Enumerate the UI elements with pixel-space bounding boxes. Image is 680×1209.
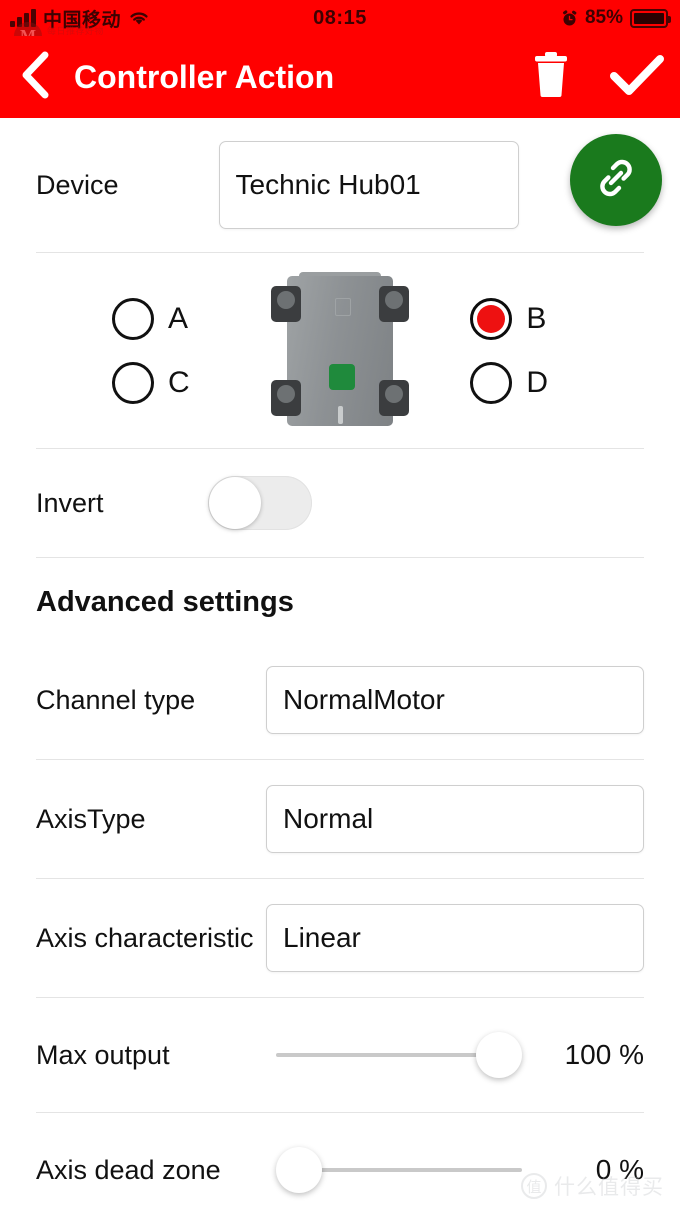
port-column-right: B D	[470, 297, 548, 404]
page-watermark: 值 什么值得买	[521, 1171, 664, 1201]
axis-characteristic-row: Axis characteristic Linear	[36, 879, 644, 997]
max-output-value: 100 %	[564, 1039, 644, 1070]
watermark-logo-icon: 值	[521, 1173, 547, 1199]
port-label-d: D	[526, 365, 548, 399]
status-bar: 中国移动 08:15 85% 每日推荐好物	[0, 0, 680, 50]
invert-toggle[interactable]	[207, 476, 312, 530]
trash-icon	[529, 50, 573, 105]
app-header: Controller Action	[0, 36, 680, 118]
device-input[interactable]: Technic Hub01	[218, 141, 519, 229]
port-selector: A C B D	[36, 253, 644, 448]
port-label-c: C	[168, 365, 190, 399]
port-label-a: A	[168, 301, 189, 335]
axis-type-input[interactable]: Normal	[266, 785, 644, 853]
connect-device-button[interactable]	[570, 134, 662, 226]
page-title: Controller Action	[74, 58, 335, 95]
watermark-line-1: 每日推荐好物	[47, 25, 105, 36]
axis-dead-zone-label: Axis dead zone	[36, 1154, 221, 1185]
hub-port-bottom-left	[271, 379, 301, 416]
port-option-d[interactable]: D	[470, 361, 548, 404]
radio-b-icon[interactable]	[470, 297, 513, 340]
invert-row: Invert	[36, 449, 644, 557]
hub-port-top-left	[271, 285, 301, 322]
radio-c-icon[interactable]	[112, 361, 154, 404]
technic-hub-image	[265, 271, 415, 430]
hub-power-button	[329, 363, 355, 390]
radio-d-icon[interactable]	[470, 361, 513, 404]
app-header-actions	[508, 42, 680, 112]
port-label-b: B	[526, 301, 547, 335]
advanced-settings-title: Advanced settings	[36, 586, 294, 618]
hub-port-bottom-right	[379, 379, 409, 416]
port-option-a[interactable]: A	[112, 297, 190, 340]
axis-type-row: AxisType Normal	[36, 760, 644, 878]
axis-type-label: AxisType	[36, 804, 146, 834]
hub-logo-mark	[335, 297, 351, 316]
channel-type-input[interactable]: NormalMotor	[266, 666, 644, 734]
back-button[interactable]	[6, 47, 66, 107]
chevron-left-icon	[19, 50, 53, 105]
device-label: Device	[36, 169, 119, 200]
channel-type-label: Channel type	[36, 685, 196, 715]
hub-bottom-stem	[338, 405, 343, 424]
watermark-label: 什么值得买	[554, 1176, 664, 1199]
hub-port-top-right	[379, 285, 409, 322]
max-output-row: Max output 100 %	[36, 998, 644, 1112]
app-root: 中国移动 08:15 85% 每日推荐好物 Controller Action …	[0, 0, 680, 1209]
device-row: Device Technic Hub01	[36, 118, 662, 252]
axis-characteristic-input[interactable]: Linear	[266, 904, 644, 972]
port-option-c[interactable]: C	[112, 361, 190, 404]
channel-type-row: Channel type NormalMotor	[36, 641, 644, 759]
settings-content: Device Technic Hub01 A C B D Invert Adva…	[0, 118, 680, 1209]
toggle-thumb	[208, 477, 261, 529]
axis-dead-zone-slider[interactable]	[276, 1147, 522, 1193]
max-output-slider[interactable]	[276, 1032, 522, 1078]
delete-button[interactable]	[508, 42, 594, 112]
port-option-b[interactable]: B	[470, 297, 548, 340]
confirm-button[interactable]	[594, 42, 680, 112]
slider-thumb[interactable]	[476, 1032, 522, 1078]
battery-icon	[630, 8, 671, 28]
max-output-label: Max output	[36, 1039, 170, 1070]
port-column-left: A C	[112, 297, 190, 404]
check-icon	[609, 52, 665, 103]
slider-thumb[interactable]	[276, 1147, 322, 1193]
invert-label: Invert	[36, 487, 104, 518]
alarm-clock-icon	[561, 9, 578, 27]
radio-a-icon[interactable]	[112, 297, 154, 340]
link-icon	[593, 155, 639, 206]
axis-characteristic-label: Axis characteristic	[36, 923, 254, 953]
